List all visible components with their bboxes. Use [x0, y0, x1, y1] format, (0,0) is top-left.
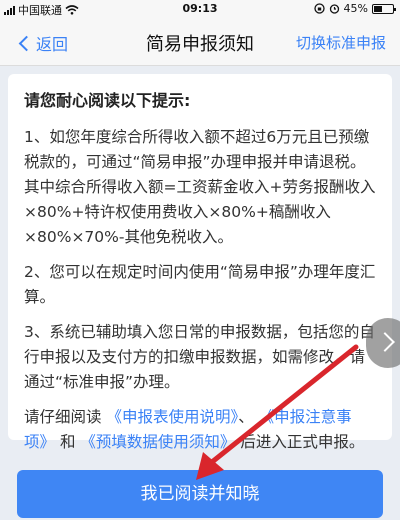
- rotation-lock-icon: [313, 3, 325, 14]
- notice-heading: 请您耐心阅读以下提示:: [24, 91, 191, 110]
- notice-item-2: 2、您可以在规定时间内使用“简易申报”办理年度汇算。: [24, 263, 376, 306]
- back-label: 返回: [36, 35, 69, 54]
- footer-suffix: 后进入正式申报。: [240, 433, 365, 451]
- battery-icon: [372, 3, 396, 14]
- link-form-instructions[interactable]: 《申报表使用说明》: [106, 408, 238, 426]
- status-right: 45%: [313, 2, 396, 15]
- battery-percent: 45%: [343, 2, 368, 15]
- footer-prefix: 请仔细阅读: [24, 408, 102, 426]
- chevron-left-icon: [18, 35, 35, 51]
- floating-next-button[interactable]: [366, 318, 400, 368]
- status-bar: 中国联通 09:13 45%: [0, 0, 400, 18]
- notice-item-3: 3、系统已辅助填入您日常的申报数据，包括您的自行申报以及支付方的扣缴申报数据，如…: [24, 323, 375, 391]
- confirm-read-button[interactable]: 我已阅读并知晓: [17, 470, 383, 518]
- chevron-right-icon: [375, 332, 395, 352]
- footer-and: 和: [59, 433, 76, 451]
- back-button[interactable]: 返回: [18, 31, 68, 55]
- footer-separator: 、: [238, 408, 254, 426]
- notice-footer: 请仔细阅读 《申报表使用说明》、 《申报注意事项》 和 《预填数据使用须知》 后…: [24, 405, 376, 455]
- battery-fill: [374, 5, 382, 12]
- navigation-bar: 返回 简易申报须知 切换标准申报: [0, 18, 400, 66]
- notice-item-1: 1、如您年度综合所得收入额不超过6万元且已预缴税款的，可通过“简易申报”办理申报…: [24, 128, 376, 246]
- switch-standard-declaration-button[interactable]: 切换标准申报: [296, 32, 386, 53]
- notice-card: 请您耐心阅读以下提示: 1、如您年度综合所得收入额不超过6万元且已预缴税款的，可…: [8, 74, 392, 451]
- alarm-icon: [329, 4, 339, 14]
- link-prefill-data-notice[interactable]: 《预填数据使用须知》: [80, 433, 235, 451]
